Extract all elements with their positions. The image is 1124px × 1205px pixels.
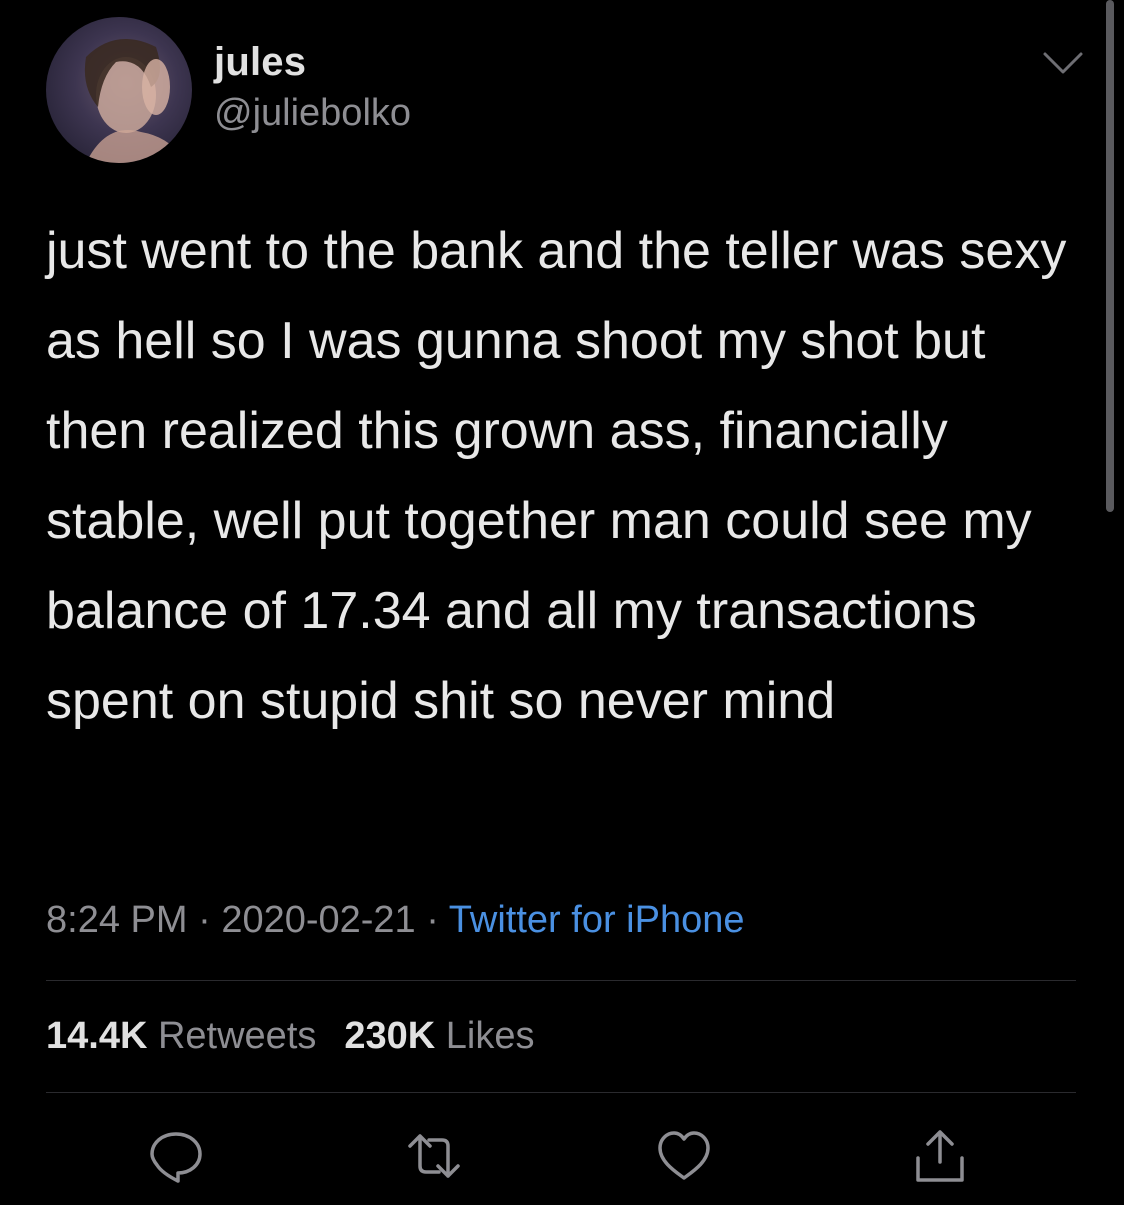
likes-count: 230K bbox=[344, 1015, 436, 1057]
retweets-label: Retweets bbox=[157, 1015, 317, 1057]
tweet-text: just went to the bank and the teller was… bbox=[46, 222, 1081, 730]
divider bbox=[46, 980, 1076, 981]
avatar-photo bbox=[84, 39, 186, 163]
likes-stat[interactable]: 230K Likes bbox=[344, 1015, 534, 1057]
user-handle[interactable]: @juliebolko bbox=[214, 90, 411, 136]
share-upload-icon[interactable] bbox=[912, 1128, 968, 1184]
retweet-arrows-icon[interactable] bbox=[406, 1128, 462, 1184]
retweets-stat[interactable]: 14.4K Retweets bbox=[46, 1015, 316, 1057]
meta-separator: · bbox=[198, 899, 211, 941]
heart-icon[interactable] bbox=[656, 1128, 712, 1184]
speech-bubble-icon[interactable] bbox=[148, 1128, 204, 1184]
scrollbar[interactable] bbox=[1106, 0, 1114, 512]
tweet-date: 2020-02-21 bbox=[221, 899, 416, 941]
tweet-source-link[interactable]: Twitter for iPhone bbox=[449, 899, 745, 941]
chevron-down-icon[interactable] bbox=[1042, 50, 1084, 76]
user-display-name[interactable]: jules bbox=[214, 38, 306, 86]
tweet-detail: jules @juliebolko just went to the bank … bbox=[0, 0, 1124, 1205]
avatar[interactable] bbox=[46, 17, 192, 163]
likes-label: Likes bbox=[445, 1015, 535, 1057]
meta-separator: · bbox=[426, 899, 439, 941]
tweet-stats: 14.4K Retweets 230K Likes bbox=[46, 1013, 535, 1059]
tweet-time: 8:24 PM bbox=[46, 899, 188, 941]
retweets-count: 14.4K bbox=[46, 1015, 148, 1057]
divider bbox=[46, 1092, 1076, 1093]
tweet-meta: 8:24 PM · 2020-02-21 · Twitter for iPhon… bbox=[46, 897, 744, 943]
